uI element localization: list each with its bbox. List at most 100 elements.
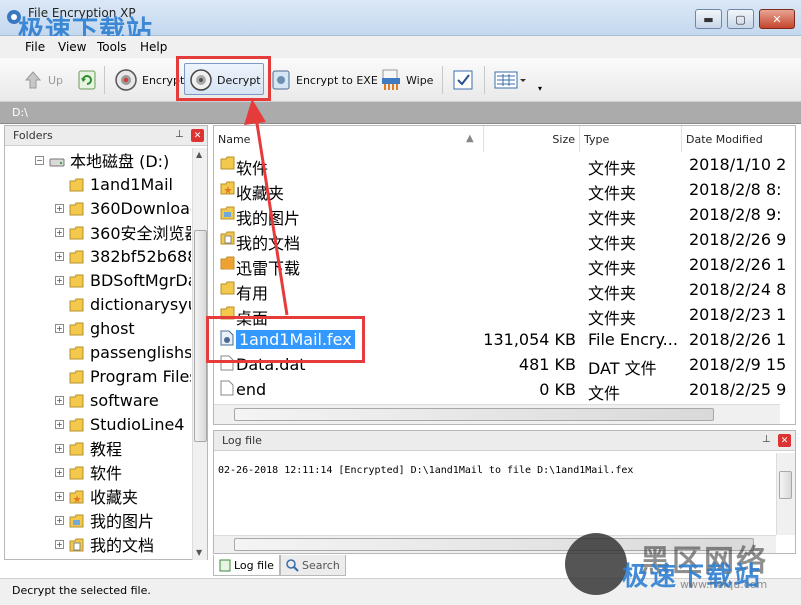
tree-item-label: 我的文档 bbox=[90, 536, 155, 555]
column-size[interactable]: Size bbox=[484, 126, 580, 152]
folders-close-icon[interactable]: ✕ bbox=[191, 129, 204, 142]
tree-expander-icon[interactable]: + bbox=[55, 203, 64, 213]
files-hscrollbar[interactable] bbox=[214, 404, 780, 424]
tree-item-label: dictionarysyu bbox=[90, 294, 191, 314]
up-button[interactable]: Up bbox=[22, 66, 63, 94]
tree-item[interactable]: + 收藏夹 bbox=[55, 484, 138, 508]
red-arrow-icon bbox=[244, 99, 289, 316]
tree-item[interactable]: + BDSoftMgrDa bbox=[55, 268, 191, 292]
file-list: Name ▲ Size Type Date Modified 软件 文件夹 2018… bbox=[213, 125, 796, 425]
tree-expander-icon[interactable]: + bbox=[55, 395, 64, 405]
file-date: 2018/2/26 9 bbox=[689, 230, 787, 249]
folder-icon bbox=[69, 393, 84, 408]
file-row[interactable]: 有用 文件夹 2018/2/24 8 bbox=[214, 278, 795, 303]
folder-icon bbox=[69, 513, 84, 528]
tab-log-file[interactable]: Log file bbox=[213, 555, 280, 576]
folder-icon bbox=[69, 489, 84, 504]
tree-item[interactable]: +360Download bbox=[55, 196, 191, 220]
tree-expander-icon[interactable]: + bbox=[55, 515, 64, 525]
file-name: end bbox=[236, 380, 267, 399]
file-date: 2018/1/10 2 bbox=[689, 155, 787, 174]
folder-icon bbox=[220, 180, 235, 196]
tree-expander-icon[interactable]: + bbox=[55, 539, 64, 549]
file-date: 2018/2/24 8 bbox=[689, 280, 787, 299]
scroll-down-icon[interactable]: ▼ bbox=[196, 548, 202, 557]
maximize-button[interactable]: ▢ bbox=[727, 9, 754, 29]
tree-item[interactable]: + 我的图片 bbox=[55, 508, 154, 532]
menu-file[interactable]: File bbox=[25, 40, 45, 54]
tree-item[interactable]: +360安全浏览器 bbox=[55, 220, 191, 244]
folder-icon bbox=[69, 465, 84, 480]
tree-item[interactable]: +382bf52b6883 bbox=[55, 244, 191, 268]
menu-tools[interactable]: Tools bbox=[97, 40, 127, 54]
folder-icon bbox=[69, 417, 84, 432]
scroll-up-icon[interactable]: ▲ bbox=[196, 150, 202, 159]
column-type[interactable]: Type bbox=[580, 126, 682, 152]
file-type: 文件 bbox=[588, 384, 621, 403]
watermark-logo bbox=[565, 533, 627, 595]
folders-header: Folders ⊥ ✕ bbox=[5, 126, 207, 146]
column-date-modified[interactable]: Date Modified bbox=[682, 126, 795, 152]
log-scroll-thumb[interactable] bbox=[779, 471, 792, 499]
sort-ascending-icon: ▲ bbox=[466, 133, 474, 144]
file-size: 131,054 KB bbox=[483, 330, 576, 349]
refresh-icon bbox=[78, 70, 96, 90]
file-row[interactable]: end 0 KB 文件 2018/2/25 9 bbox=[214, 378, 795, 403]
tree-item[interactable]: passenglishsy bbox=[55, 340, 191, 364]
log-pin-icon[interactable]: ⊥ bbox=[762, 434, 771, 445]
tree-item[interactable]: + software bbox=[55, 388, 159, 412]
folders-scrollbar[interactable]: ▲ ▼ bbox=[192, 148, 207, 560]
folder-icon bbox=[220, 255, 235, 271]
minimize-button[interactable]: ▬ bbox=[695, 9, 722, 29]
close-button[interactable]: ✕ bbox=[759, 9, 795, 29]
file-date: 2018/2/8 9: bbox=[689, 205, 782, 224]
tree-item[interactable]: + 软件 bbox=[55, 460, 122, 484]
tree-item-label: passenglishsy bbox=[90, 342, 191, 362]
file-size: 0 KB bbox=[539, 380, 576, 399]
tree-item-label: StudioLine4 D bbox=[90, 414, 191, 434]
log-close-icon[interactable]: ✕ bbox=[778, 434, 791, 447]
file-row[interactable]: 我的图片 文件夹 2018/2/8 9: bbox=[214, 203, 795, 228]
file-date: 2018/2/8 8: bbox=[689, 180, 782, 199]
tree-expander-icon[interactable]: + bbox=[55, 251, 64, 261]
menu-help[interactable]: Help bbox=[140, 40, 167, 54]
tree-item-label: software bbox=[90, 390, 159, 410]
tree-expander-icon[interactable]: + bbox=[55, 467, 64, 477]
tree-item[interactable]: + ghost bbox=[55, 316, 135, 340]
file-row[interactable]: 我的文档 文件夹 2018/2/26 9 bbox=[214, 228, 795, 253]
tab-search[interactable]: Search bbox=[280, 555, 346, 576]
tree-expander-icon[interactable]: + bbox=[55, 443, 64, 453]
file-date: 2018/2/26 1 bbox=[689, 255, 787, 274]
tree-expander-icon[interactable]: − bbox=[35, 155, 44, 165]
refresh-button[interactable] bbox=[77, 66, 97, 94]
tree-expander-icon[interactable]: + bbox=[55, 275, 64, 285]
files-scroll-thumb[interactable] bbox=[234, 408, 714, 421]
tree-item[interactable]: dictionarysyu bbox=[55, 292, 191, 316]
tree-expander-icon[interactable]: + bbox=[55, 323, 64, 333]
log-vscrollbar[interactable] bbox=[776, 453, 795, 535]
pin-icon[interactable]: ⊥ bbox=[175, 129, 184, 140]
tree-expander-icon[interactable]: + bbox=[55, 227, 64, 237]
tree-item[interactable]: − 本地磁盘 (D:) bbox=[35, 148, 169, 172]
file-row[interactable]: 迅雷下载 文件夹 2018/2/26 1 bbox=[214, 253, 795, 278]
drive-icon bbox=[49, 153, 65, 167]
menu-view[interactable]: View bbox=[58, 40, 86, 54]
tree-expander-icon[interactable]: + bbox=[55, 491, 64, 501]
tree-item-label: 我的图片 bbox=[90, 512, 155, 531]
file-row[interactable]: 收藏夹 文件夹 2018/2/8 8: bbox=[214, 178, 795, 203]
tree-item[interactable]: + StudioLine4 D bbox=[55, 412, 191, 436]
menu-bar: File View Tools Help bbox=[0, 36, 801, 58]
log-header: Log file ⊥ ✕ bbox=[214, 431, 795, 451]
tree-item[interactable]: + 教程 bbox=[55, 436, 122, 460]
folder-icon bbox=[69, 249, 84, 264]
file-row[interactable]: 软件 文件夹 2018/1/10 2 bbox=[214, 153, 795, 178]
tree-item-label: ghost bbox=[90, 318, 135, 338]
folder-icon bbox=[69, 177, 84, 192]
tree-expander-icon[interactable]: + bbox=[55, 419, 64, 429]
tree-item[interactable]: Program Files bbox=[55, 364, 191, 388]
tree-item[interactable]: 迅雷下载 bbox=[55, 556, 154, 560]
tree-item[interactable]: 1and1Mail bbox=[55, 172, 173, 196]
encrypt-button[interactable]: Encrypt bbox=[114, 66, 184, 94]
tree-item[interactable]: + 我的文档 bbox=[55, 532, 154, 556]
file-type: DAT 文件 bbox=[588, 359, 657, 378]
